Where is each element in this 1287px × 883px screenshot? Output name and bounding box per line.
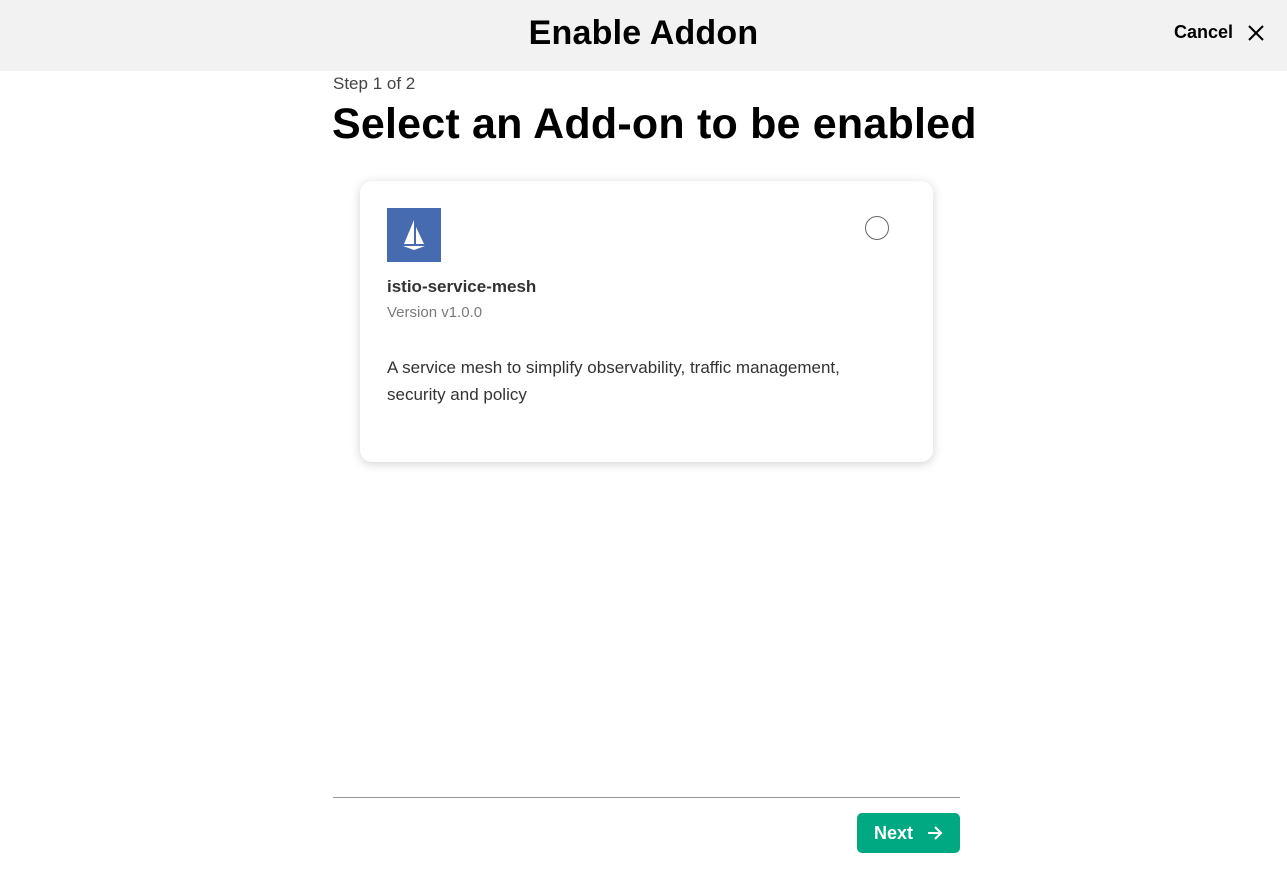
step-indicator: Step 1 of 2 xyxy=(333,74,416,93)
addon-version: Version v1.0.0 xyxy=(387,304,483,321)
header-bar: Enable Addon Cancel xyxy=(0,0,1287,71)
footer-divider xyxy=(333,797,960,798)
cancel-label: Cancel xyxy=(1173,22,1233,42)
sailboat-icon xyxy=(403,220,425,250)
close-icon xyxy=(1248,24,1264,41)
addon-name: istio-service-mesh xyxy=(387,277,537,296)
arrow-right-icon xyxy=(928,826,943,840)
addon-card[interactable]: istio-service-mesh Version v1.0.0 A serv… xyxy=(360,181,933,462)
modal-title: Enable Addon xyxy=(528,14,759,52)
addon-select-radio[interactable] xyxy=(865,216,889,240)
cancel-button[interactable]: Cancel xyxy=(1174,22,1265,43)
next-button[interactable]: Next xyxy=(857,813,960,853)
next-label: Next xyxy=(873,822,913,843)
addon-logo xyxy=(387,208,441,262)
page-title: Select an Add-on to be enabled xyxy=(332,100,977,148)
addon-description: A service mesh to simplify observability… xyxy=(387,358,840,404)
